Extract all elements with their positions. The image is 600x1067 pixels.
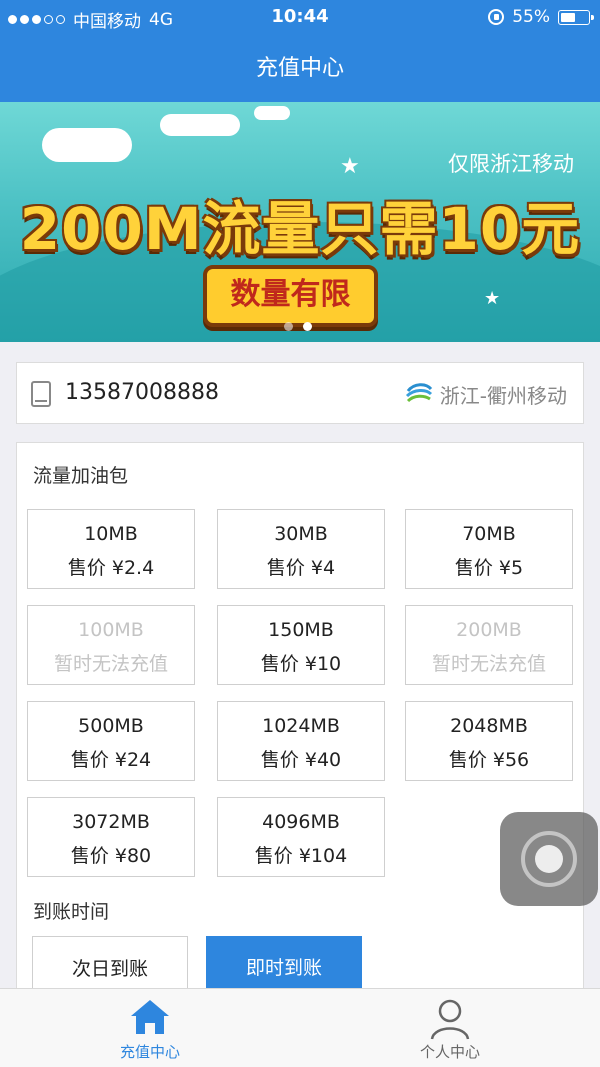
package-size: 3072MB [72,811,150,833]
package-price: 暂时无法充值 [53,653,168,675]
rotation-lock-icon [488,9,505,25]
package-option[interactable]: 10MB 售价 ¥2.4 [27,509,195,589]
tab-bar: 充值中心 个人中心 [0,988,600,1067]
phone-number[interactable]: 13587008888 [65,380,219,405]
package-size: 1024MB [262,715,340,737]
package-option[interactable]: 70MB 售价 ¥5 [405,509,573,589]
package-price: 暂时无法充值 [431,653,546,675]
package-size: 30MB [274,523,328,545]
package-option[interactable]: 1024MB 售价 ¥40 [217,701,385,781]
top-bar: 中国移动 4G 10:44 55% 充值中心 [0,0,600,102]
package-size: 70MB [462,523,516,545]
tab-personal-center[interactable]: 个人中心 [300,989,600,1067]
person-icon [430,999,470,1040]
packages-title: 流量加油包 [33,465,129,487]
package-price: 售价 ¥10 [260,653,342,675]
status-bar: 中国移动 4G 10:44 55% [0,0,600,34]
package-size: 4096MB [262,811,340,833]
package-price: 售价 ¥40 [260,749,342,771]
package-price: 售价 ¥2.4 [67,557,155,579]
package-option-disabled: 200MB 暂时无法充值 [405,605,573,685]
package-size: 150MB [268,619,334,641]
arrival-title: 到账时间 [33,901,110,923]
package-size: 500MB [78,715,144,737]
package-option[interactable]: 3072MB 售价 ¥80 [27,797,195,877]
phone-number-field[interactable]: 13587008888 浙江-衢州移动 [16,362,584,424]
package-size: 10MB [84,523,138,545]
package-card: 流量加油包 10MB 售价 ¥2.4 30MB 售价 ¥4 70MB 售价 ¥5 100MB… [16,442,584,1002]
package-option[interactable]: 30MB 售价 ¥4 [217,509,385,589]
package-price: 售价 ¥56 [448,749,530,771]
package-option[interactable]: 150MB 售价 ¥10 [217,605,385,685]
star-icon: ★ [484,288,501,309]
package-price: 售价 ¥104 [254,845,348,867]
banner-tag: 仅限浙江移动 [448,152,574,176]
phone-icon [31,381,51,407]
battery-percent: 55% [512,7,550,27]
tab-label-recharge: 充值中心 [119,1043,180,1061]
package-price: 售价 ¥5 [454,557,524,579]
package-option[interactable]: 4096MB 售价 ¥104 [217,797,385,877]
limited-quantity-button[interactable]: 数量有限 [203,265,378,327]
assistive-touch-button[interactable] [500,812,598,906]
cloud-icon [254,106,290,120]
package-price: 售价 ¥80 [70,845,152,867]
package-size: 200MB [456,619,522,641]
package-option-disabled: 100MB 暂时无法充值 [27,605,195,685]
tab-recharge-center[interactable]: 充值中心 [0,989,300,1067]
battery-icon [558,9,594,25]
cloud-icon [42,128,132,162]
carousel-dot[interactable] [284,322,293,331]
cloud-icon [160,114,240,136]
status-right: 55% [488,7,594,27]
carousel-indicator[interactable] [284,322,312,331]
china-mobile-logo-icon [405,383,432,403]
page-title: 充值中心 [255,56,344,81]
package-price: 售价 ¥24 [70,749,152,771]
package-size: 2048MB [450,715,528,737]
package-option[interactable]: 500MB 售价 ¥24 [27,701,195,781]
promo-banner[interactable]: ★ ★ 仅限浙江移动 200M流量只需10元 数量有限 [0,102,600,342]
carrier-info: 浙江-衢州移动 [404,379,567,409]
star-icon: ★ [340,154,360,179]
assistive-touch-icon [521,831,577,887]
package-size: 100MB [78,619,144,641]
banner-headline: 200M流量只需10元 [19,195,581,263]
carousel-dot-active[interactable] [303,322,312,331]
tab-label-personal: 个人中心 [419,1043,480,1061]
home-icon [131,1000,169,1034]
carrier-region: 浙江-衢州移动 [439,383,567,408]
package-option[interactable]: 2048MB 售价 ¥56 [405,701,573,781]
package-price: 售价 ¥4 [266,557,336,579]
